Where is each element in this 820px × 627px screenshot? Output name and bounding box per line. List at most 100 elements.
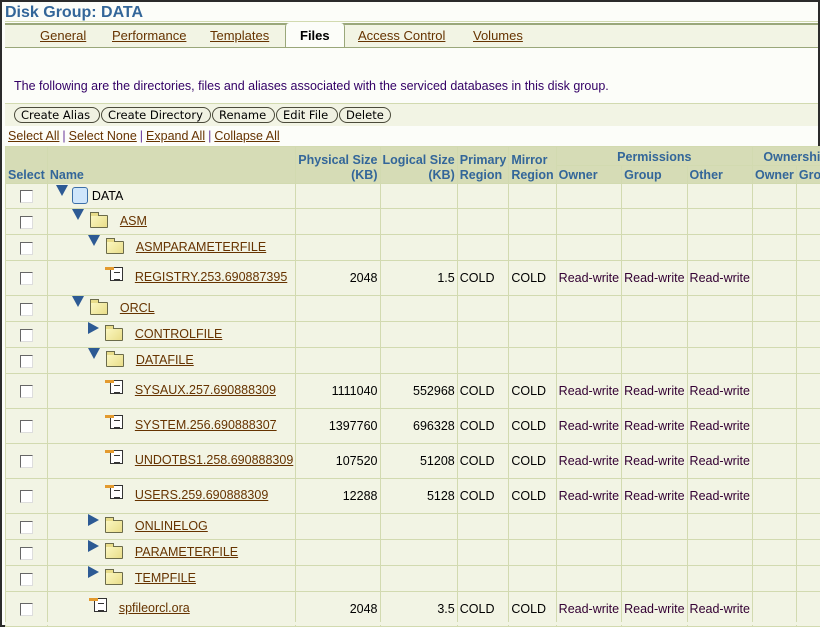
separator: | [139,129,144,143]
collapse-toggle-icon[interactable] [71,296,84,308]
perm-other-cell: Read-write [686,443,753,479]
own-group-cell [795,260,820,296]
item-name-link[interactable]: SYSAUX.257.690888309 [135,383,276,397]
logical-size-cell [379,539,458,566]
rename-button[interactable]: Rename [212,107,275,123]
row-select-checkbox[interactable] [20,328,33,342]
collapse-toggle-icon[interactable] [87,348,100,360]
item-name-link[interactable]: TEMPFILE [135,571,196,585]
select-cell [5,513,48,540]
primary-region-cell [456,565,510,592]
delete-button[interactable]: Delete [339,107,391,123]
expand-all-link[interactable]: Expand All [146,129,205,143]
page-description: The following are the directories, files… [14,79,609,93]
item-name-link[interactable]: UNDOTBS1.258.690888309 [135,453,293,467]
select-none-link[interactable]: Select None [69,129,137,143]
col-select-header: Select [5,146,48,184]
file-row: SYSTEM.256.690888307 1397760 696328 COLD COL… [5,408,820,444]
item-name-link[interactable]: PARAMETERFILE [135,545,238,559]
physical-size-cell [295,295,381,322]
col-perm-owner-header: Owner [555,165,623,184]
file-row: REGISTRY.253.690887395 2048 1.5 COLD COLD Rea… [5,260,820,296]
create-alias-button[interactable]: Create Alias [14,107,100,123]
perm-group-cell [621,183,688,209]
row-select-checkbox[interactable] [20,354,33,368]
own-owner-cell [751,443,797,479]
physical-size-cell [295,183,381,209]
tab-access-control[interactable]: Access Control [358,28,445,43]
item-name-link[interactable]: spfileorcl.ora [119,601,190,615]
item-name-link[interactable]: DATAFILE [136,353,194,367]
tab-performance[interactable]: Performance [112,28,186,43]
col-mirror-region-header: Mirror Region [508,146,557,184]
perm-other-cell [686,347,753,374]
row-select-checkbox[interactable] [20,190,33,204]
row-select-checkbox[interactable] [20,490,33,504]
collapse-toggle-icon[interactable] [87,235,100,247]
tab-general[interactable]: General [40,28,86,43]
collapse-toggle-icon[interactable] [71,209,84,221]
row-select-checkbox[interactable] [20,572,33,586]
row-select-checkbox[interactable] [20,302,33,316]
perm-owner-cell [555,321,623,348]
primary-region-cell [456,347,510,374]
expand-toggle-icon[interactable] [87,514,99,526]
folder-icon [104,569,123,585]
primary-region-cell [456,513,510,540]
edit-file-button[interactable]: Edit File [276,107,338,123]
folder-row: CONTROLFILE [5,321,820,348]
row-select-checkbox[interactable] [20,520,33,534]
item-name-link[interactable]: ASM [120,214,147,228]
row-select-checkbox[interactable] [20,215,33,229]
own-owner-cell [751,373,797,409]
name-cell: TEMPFILE [46,565,297,592]
create-directory-button[interactable]: Create Directory [101,107,211,123]
folder-icon [105,238,124,255]
col-perm-group-header: Group [621,165,688,184]
primary-region-cell [456,539,510,566]
folder-row: PARAMETERFILE [5,539,820,566]
collapse-toggle-icon[interactable] [55,184,68,196]
perm-group-cell: Read-write [621,478,688,514]
row-select-checkbox[interactable] [20,420,33,434]
collapse-all-link[interactable]: Collapse All [214,129,279,143]
own-group-cell [795,347,820,374]
select-all-link[interactable]: Select All [8,129,59,143]
col-logical-size-header: Logical Size (KB) [379,146,458,184]
own-group-cell [795,321,820,348]
primary-region-cell: COLD [456,443,510,479]
name-cell: UNDOTBS1.258.690888309 [46,443,297,479]
row-select-checkbox[interactable] [20,455,33,469]
item-name-link[interactable]: USERS.259.690888309 [135,488,268,502]
row-select-checkbox[interactable] [20,385,33,399]
own-owner-cell [751,234,797,261]
perm-owner-cell: Read-write [555,260,623,296]
item-name-link[interactable]: ONLINELOG [135,519,208,533]
tab-templates[interactable]: Templates [210,28,269,43]
expand-toggle-icon[interactable] [87,566,99,578]
tab-files[interactable]: Files [285,23,345,47]
own-group-cell [795,295,820,322]
row-select-checkbox[interactable] [20,603,33,617]
row-select-checkbox[interactable] [20,272,33,286]
mirror-region-cell [508,565,557,592]
tab-volumes[interactable]: Volumes [473,28,523,43]
file-icon [104,449,123,464]
mirror-region-cell: COLD [508,408,557,444]
item-name-link[interactable]: ORCL [120,301,155,315]
separator: | [62,129,66,143]
item-name-link[interactable]: ASMPARAMETERFILE [136,240,266,254]
row-select-checkbox[interactable] [20,241,33,255]
expand-toggle-icon[interactable] [87,322,99,334]
row-select-checkbox[interactable] [20,546,33,560]
item-name-link[interactable]: CONTROLFILE [135,327,223,341]
logical-size-cell: 5128 [379,478,458,514]
expand-toggle-icon[interactable] [87,540,99,552]
item-name-link[interactable]: SYSTEM.256.690888307 [135,418,277,432]
folder-icon [105,351,124,368]
item-name-link[interactable]: REGISTRY.253.690887395 [135,270,287,284]
perm-other-cell: Read-write [686,260,753,296]
file-icon [104,414,123,429]
name-cell: SYSTEM.256.690888307 [46,408,297,444]
perm-other-cell [686,565,753,592]
